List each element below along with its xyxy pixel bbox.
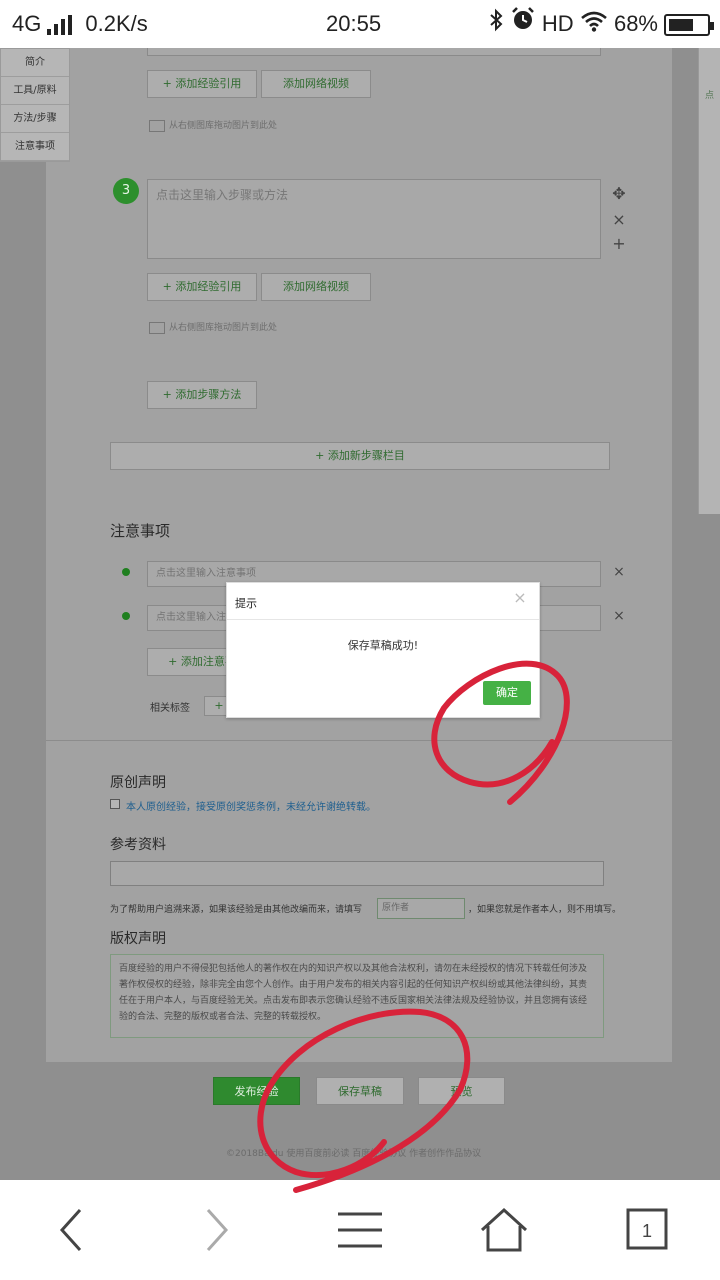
sidebar-item-tools[interactable]: 工具/原料	[1, 77, 69, 105]
alarm-icon	[510, 1, 536, 49]
network-type: 4G	[12, 11, 42, 36]
reference-note-prefix: 为了帮助用户追溯来源，如果该经验是由其他改编而来，请填写	[110, 905, 363, 915]
image-icon	[149, 321, 165, 334]
add-video-button[interactable]: 添加网络视频	[261, 273, 371, 301]
sidebar-item-notes[interactable]: 注意事项	[1, 133, 69, 161]
note-bullet	[122, 612, 130, 620]
move-icon[interactable]: ✥	[609, 184, 629, 203]
image-drop-hint-text: 从右侧图库拖动图片到此处	[169, 323, 278, 333]
sidebar-item-steps[interactable]: 方法/步骤	[1, 105, 69, 133]
status-time: 20:55	[326, 11, 382, 36]
forward-icon[interactable]	[186, 1204, 246, 1256]
reference-textarea[interactable]	[110, 861, 604, 886]
image-library-panel: 点	[698, 48, 720, 514]
status-right: HD 68%	[488, 0, 714, 49]
section-divider	[46, 740, 672, 741]
browser-nav-bar: 1	[0, 1180, 720, 1280]
hd-indicator: HD	[541, 11, 574, 36]
original-author-input[interactable]: 原作者	[377, 898, 465, 919]
step-number: 3	[113, 178, 139, 204]
tabs-icon[interactable]: 1	[612, 1204, 672, 1256]
status-bar: 4G 0.2K/s 20:55 HD 68%	[0, 0, 720, 48]
save-success-dialog: 提示 × 保存草稿成功! 确定	[226, 582, 540, 718]
notes-heading: 注意事项	[110, 522, 171, 540]
note-bullet	[122, 568, 130, 576]
confirm-button[interactable]: 确定	[483, 681, 531, 705]
step-2-input[interactable]	[147, 48, 601, 56]
signal-icon	[45, 15, 73, 36]
image-drop-hint: 从右侧图库拖动图片到此处	[149, 320, 277, 334]
delete-icon[interactable]: ×	[609, 608, 629, 624]
page-footer: ©2018Baidu 使用百度前必读 百度经验协议 作者创作作品协议	[226, 1149, 482, 1159]
close-icon[interactable]: ×	[511, 589, 529, 607]
delete-icon[interactable]: ×	[609, 210, 629, 229]
publish-button[interactable]: 发布经验	[213, 1077, 300, 1105]
preview-button[interactable]: 预览	[418, 1077, 505, 1105]
original-checkbox-label[interactable]: 本人原创经验，接受原创奖惩条例，未经允许谢绝转载。	[126, 798, 376, 813]
wifi-icon	[580, 1, 608, 49]
battery-icon	[664, 14, 714, 37]
dialog-divider	[227, 619, 539, 620]
home-icon[interactable]	[474, 1204, 534, 1256]
add-section-button[interactable]: + 添加新步骤栏目	[110, 442, 610, 470]
sidebar: 简介 工具/原料 方法/步骤 注意事项	[0, 48, 70, 162]
reference-note-suffix: ，如果您就是作者本人，则不用填写。	[468, 905, 622, 915]
sidebar-item-intro[interactable]: 简介	[1, 49, 69, 77]
dialog-title: 提示	[235, 597, 257, 610]
original-heading: 原创声明	[110, 775, 166, 791]
delete-icon[interactable]: ×	[609, 564, 629, 580]
dialog-message: 保存草稿成功!	[347, 639, 419, 652]
menu-icon[interactable]	[330, 1204, 390, 1256]
add-reference-button[interactable]: + 添加经验引用	[147, 273, 257, 301]
add-reference-button[interactable]: + 添加经验引用	[147, 70, 257, 98]
copyright-heading: 版权声明	[110, 931, 166, 947]
net-speed: 0.2K/s	[85, 11, 148, 36]
battery-percent: 68%	[613, 11, 658, 36]
back-icon[interactable]	[42, 1204, 102, 1256]
add-video-button[interactable]: 添加网络视频	[261, 70, 371, 98]
copyright-text: 百度经验的用户不得侵犯包括他人的著作权在内的知识产权以及其他合法权利，请勿在未经…	[110, 954, 604, 1038]
reference-heading: 参考资料	[110, 837, 166, 853]
add-icon[interactable]: +	[609, 234, 629, 253]
panel-marker: 点	[705, 91, 715, 101]
bluetooth-icon	[488, 1, 504, 49]
add-method-button[interactable]: + 添加步骤方法	[147, 381, 257, 409]
image-drop-hint: 从右侧图库拖动图片到此处	[149, 118, 277, 132]
save-draft-button[interactable]: 保存草稿	[316, 1077, 404, 1105]
battery-level	[669, 19, 694, 32]
image-icon	[149, 119, 165, 132]
status-left: 4G 0.2K/s	[12, 0, 148, 48]
tags-label: 相关标签	[150, 703, 190, 714]
step-3-input[interactable]: 点击这里输入步骤或方法	[147, 179, 601, 259]
tab-count: 1	[642, 1221, 652, 1241]
image-drop-hint-text: 从右侧图库拖动图片到此处	[169, 121, 278, 131]
original-checkbox[interactable]	[110, 799, 120, 809]
